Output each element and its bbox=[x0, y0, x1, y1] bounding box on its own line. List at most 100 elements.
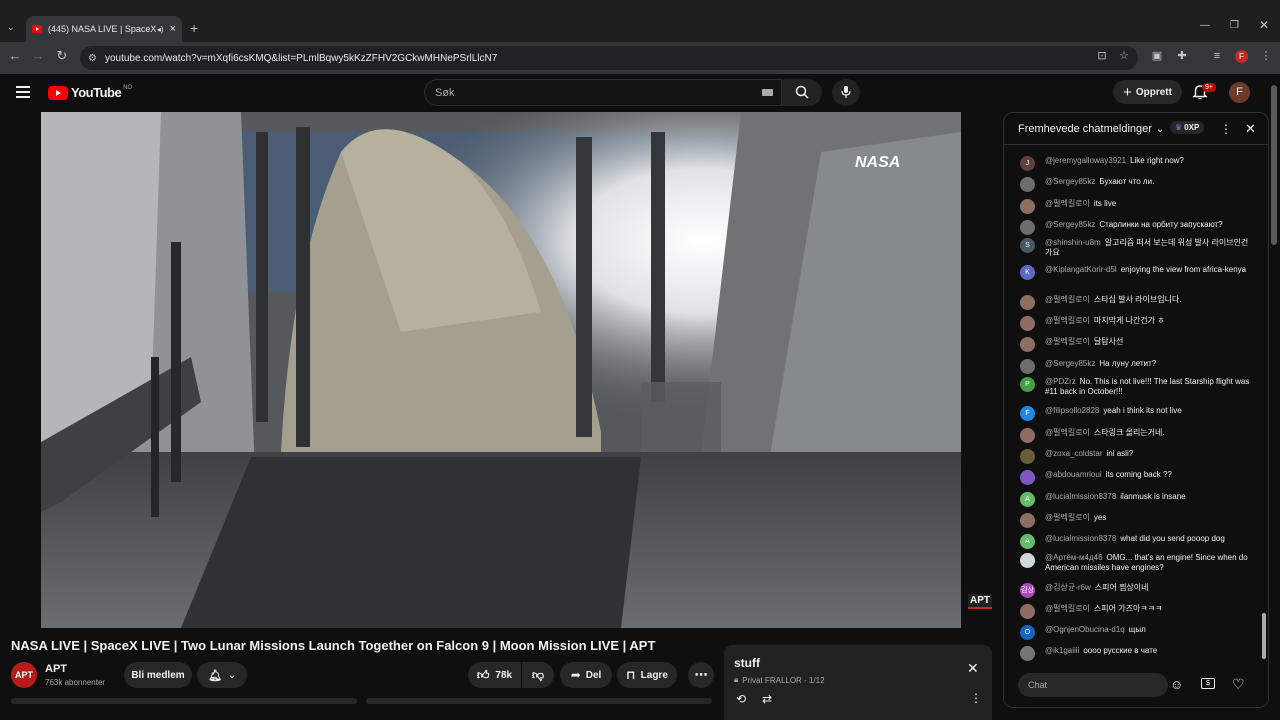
chat-author[interactable]: @jeremygalloway3921 bbox=[1045, 156, 1126, 165]
keyboard-icon[interactable] bbox=[762, 89, 773, 96]
chat-author[interactable]: @펄멕킬로이 bbox=[1045, 295, 1090, 304]
chat-author[interactable]: @Sergey85kz bbox=[1045, 359, 1095, 368]
minimize-icon[interactable]: — bbox=[1200, 20, 1210, 31]
install-icon[interactable]: ⊡ bbox=[1096, 50, 1108, 62]
chat-message[interactable]: F @filipsollo2828 yeah i think its not liv… bbox=[1020, 406, 1252, 421]
chat-author[interactable]: @펄멕킬로이 bbox=[1045, 604, 1090, 613]
create-button[interactable]: + Opprett bbox=[1113, 80, 1182, 104]
chat-input[interactable]: Chat bbox=[1018, 673, 1168, 697]
chat-author[interactable]: @abdouamrioui bbox=[1045, 470, 1102, 479]
chat-author[interactable]: @PDZrz bbox=[1045, 377, 1076, 386]
share-button[interactable]: ➦ Del bbox=[560, 662, 612, 688]
chat-author[interactable]: @filipsollo2828 bbox=[1045, 406, 1099, 415]
join-button[interactable]: Bli medlem bbox=[124, 662, 192, 688]
chat-author[interactable]: @펄멕킬로이 bbox=[1045, 199, 1090, 208]
tab-close-icon[interactable]: × bbox=[170, 23, 176, 35]
browser-tab[interactable]: (445) NASA LIVE | SpaceX LI ◂) × bbox=[26, 16, 182, 42]
tab-search-icon[interactable]: ⌄ bbox=[7, 22, 15, 33]
chat-avatar[interactable] bbox=[1020, 337, 1035, 352]
voice-search-button[interactable] bbox=[832, 79, 860, 106]
chat-message[interactable]: @zoxa_coldstar ini asli? bbox=[1020, 449, 1252, 464]
dislike-button[interactable]: 👎︎ bbox=[522, 662, 554, 688]
save-button[interactable]: ⊓ Lagre bbox=[617, 662, 677, 688]
chat-author[interactable]: @펄멕킬로이 bbox=[1045, 316, 1090, 325]
restore-icon[interactable]: ❐ bbox=[1230, 20, 1239, 31]
video-player[interactable]: NASA bbox=[41, 112, 961, 628]
chat-avatar[interactable] bbox=[1020, 428, 1035, 443]
chat-author[interactable]: @펄멕킬로이 bbox=[1045, 428, 1090, 437]
chat-close-icon[interactable]: ✕ bbox=[1245, 121, 1256, 137]
chat-avatar[interactable]: F bbox=[1020, 406, 1035, 421]
search-button[interactable] bbox=[782, 79, 822, 106]
playlist-name[interactable]: stuff bbox=[734, 656, 760, 670]
chat-message[interactable]: @Артём-м4д46 OMG... that's an engine! Sin… bbox=[1020, 553, 1252, 573]
chat-author[interactable]: @펄멕킬로이 bbox=[1045, 337, 1090, 346]
loop-icon[interactable]: ⟲ bbox=[736, 692, 746, 706]
chat-avatar[interactable] bbox=[1020, 177, 1035, 192]
channel-name[interactable]: APT bbox=[45, 663, 67, 675]
chat-mode-dropdown[interactable]: Fremhevede chatmeldinger ⌄ bbox=[1018, 123, 1164, 135]
like-button[interactable]: 👍︎ 78k bbox=[468, 662, 521, 688]
chat-avatar[interactable]: K bbox=[1020, 265, 1035, 280]
channel-avatar[interactable]: APT bbox=[11, 662, 37, 688]
chat-message[interactable]: @펄멕킬로이 달탐사선 bbox=[1020, 337, 1252, 352]
chat-avatar[interactable]: J bbox=[1020, 156, 1035, 171]
chat-message[interactable]: @Sergey85kz На луну летит? bbox=[1020, 359, 1252, 374]
extension-icon[interactable]: ▣ bbox=[1151, 50, 1163, 62]
chat-author[interactable]: @zoxa_coldstar bbox=[1045, 449, 1102, 458]
account-avatar[interactable]: F bbox=[1229, 82, 1250, 103]
super-chat-icon[interactable]: $ bbox=[1201, 678, 1215, 689]
chat-author[interactable]: @Sergey85kz bbox=[1045, 220, 1095, 229]
emoji-icon[interactable]: ☺ bbox=[1170, 677, 1183, 692]
forward-icon[interactable]: → bbox=[29, 48, 47, 63]
chat-author[interactable]: @펄멕킬로이 bbox=[1045, 513, 1090, 522]
chat-avatar[interactable]: O bbox=[1020, 625, 1035, 640]
chat-message[interactable]: A @lucialmission8378 ilanmusk is insane bbox=[1020, 492, 1252, 507]
bookmark-star-icon[interactable]: ☆ bbox=[1118, 50, 1130, 62]
chat-message[interactable]: @펄멕킬로이 스타링크 올리는거네. bbox=[1020, 428, 1252, 443]
chat-avatar[interactable] bbox=[1020, 646, 1035, 661]
search-input[interactable]: Søk bbox=[424, 79, 782, 106]
chat-author[interactable]: @김상균-r6w bbox=[1045, 583, 1091, 592]
playlist-close-icon[interactable]: ✕ bbox=[967, 660, 979, 677]
chat-message[interactable]: @abdouamrioui its coming back ?? bbox=[1020, 470, 1252, 485]
chat-avatar[interactable] bbox=[1020, 199, 1035, 214]
chat-message[interactable]: O @OgnjenObucina-d1q щыл bbox=[1020, 625, 1252, 640]
new-tab-button[interactable]: + bbox=[190, 20, 198, 36]
hamburger-icon[interactable] bbox=[16, 86, 30, 98]
chat-avatar[interactable] bbox=[1020, 604, 1035, 619]
browser-menu-icon[interactable]: ⋮ bbox=[1260, 50, 1272, 62]
chat-message[interactable]: A @lucialmission8378 what did you send poo… bbox=[1020, 534, 1252, 549]
chat-message[interactable]: S @shinshin-u8m 알고리즘 떠서 보는데 위성 발사 라이브인건가요 bbox=[1020, 238, 1252, 258]
shuffle-icon[interactable]: ⇄ bbox=[762, 692, 772, 706]
xp-badge[interactable]: ♛ 0XP bbox=[1170, 121, 1205, 134]
chat-message[interactable]: J @jeremygalloway3921 Like right now? bbox=[1020, 156, 1252, 171]
reload-icon[interactable]: ↻ bbox=[53, 48, 71, 64]
more-actions-button[interactable]: ⋯ bbox=[688, 662, 714, 688]
chat-avatar[interactable]: 김상 bbox=[1020, 583, 1035, 598]
address-bar[interactable]: ⚙ youtube.com/watch?v=mXqfi6csKMQ&list=P… bbox=[80, 46, 1138, 70]
back-icon[interactable]: ← bbox=[6, 48, 24, 63]
chat-avatar[interactable]: S bbox=[1020, 238, 1035, 253]
chat-avatar[interactable] bbox=[1020, 449, 1035, 464]
chat-author[interactable]: @ik1gaiiii bbox=[1045, 646, 1079, 655]
playlist-menu-icon[interactable]: ⋮ bbox=[970, 691, 982, 705]
chat-message[interactable]: @펄멕킬로이 마지막게 나간건가 ㅎ bbox=[1020, 316, 1252, 331]
chat-author[interactable]: @Артём-м4д46 bbox=[1045, 553, 1103, 562]
chat-message[interactable]: @펄멕킬로이 its live bbox=[1020, 199, 1252, 214]
chat-avatar[interactable]: A bbox=[1020, 534, 1035, 549]
media-icon[interactable]: ≡ bbox=[1211, 50, 1223, 62]
chat-message[interactable]: K @KiplangatKorir-d5l enjoying the view fr… bbox=[1020, 265, 1252, 280]
chat-author[interactable]: @shinshin-u8m bbox=[1045, 238, 1101, 247]
chat-message[interactable]: @펄멕킬로이 스피어 가즈아ㅋㅋㅋ bbox=[1020, 604, 1252, 619]
heart-icon[interactable]: ♡ bbox=[1232, 676, 1245, 693]
chat-author[interactable]: @Sergey85kz bbox=[1045, 177, 1095, 186]
chat-message[interactable]: @펄멕킬로이 yes bbox=[1020, 513, 1252, 528]
chat-message[interactable]: @펄멕킬로이 스타십 발사 라이브입니다. bbox=[1020, 295, 1252, 310]
youtube-logo[interactable]: YouTube NO bbox=[48, 85, 132, 100]
window-close-icon[interactable]: ✕ bbox=[1259, 18, 1269, 32]
chat-avatar[interactable] bbox=[1020, 470, 1035, 485]
chat-avatar[interactable]: P bbox=[1020, 377, 1035, 392]
chat-message[interactable]: @ik1gaiiii оооо русские в чате bbox=[1020, 646, 1252, 661]
site-info-icon[interactable]: ⚙ bbox=[88, 53, 97, 64]
